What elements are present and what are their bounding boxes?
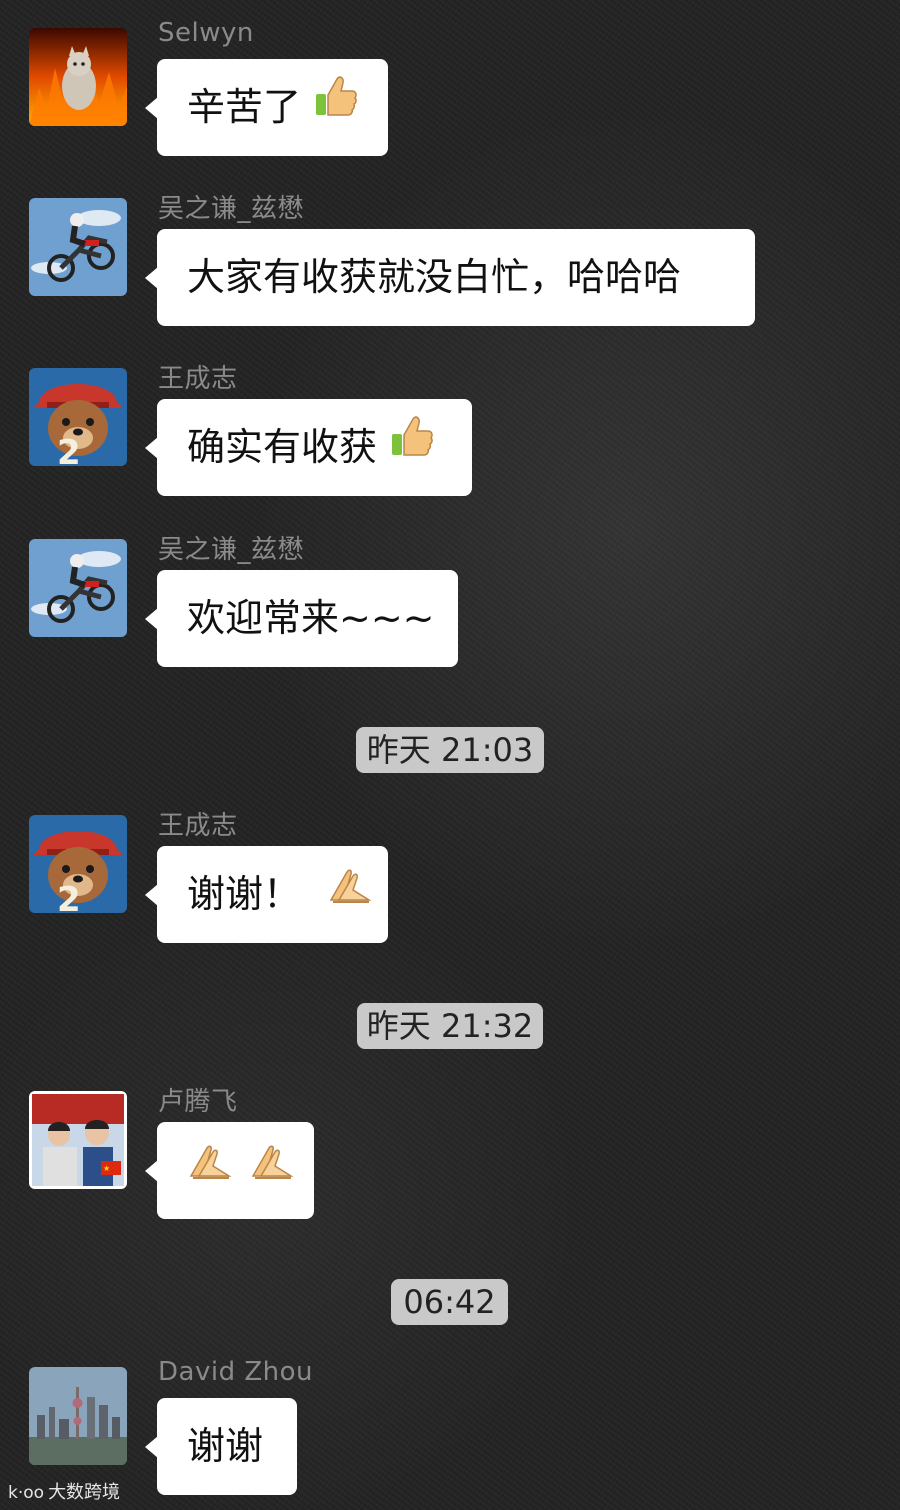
avatar-family-photo[interactable]: ★ xyxy=(29,1091,127,1189)
thumbs-up-icon xyxy=(389,398,435,495)
svg-text:2: 2 xyxy=(57,880,81,913)
message-text: 谢谢 xyxy=(187,1424,264,1468)
message-text: 谢谢！ xyxy=(187,872,302,916)
family-photo-avatar-icon: ★ xyxy=(29,1091,127,1189)
message-bubble[interactable]: 确实有收获 xyxy=(145,398,472,496)
timestamp: 昨天 21:32 xyxy=(357,1003,543,1049)
sender-name: 吴之谦_兹懋 xyxy=(158,535,305,565)
sender-name: David Zhou xyxy=(158,1357,314,1387)
message-text: 辛苦了 xyxy=(187,85,302,129)
motocross-avatar-icon xyxy=(29,539,127,637)
svg-text:★: ★ xyxy=(103,1164,110,1173)
watermark-text: 大数跨境 xyxy=(48,1482,121,1503)
avatar-city-skyline[interactable] xyxy=(29,1367,127,1465)
message-bubble[interactable]: 欢迎常来~~~ xyxy=(145,570,458,667)
bear-avatar-icon: 2 xyxy=(29,815,127,913)
sender-name: 吴之谦_兹懋 xyxy=(158,194,305,224)
avatar-motocross[interactable] xyxy=(29,539,127,637)
timestamp: 06:42 xyxy=(391,1279,508,1325)
thank-you-hands-icon xyxy=(327,845,373,942)
sender-name: 王成志 xyxy=(158,811,238,841)
message-bubble[interactable]: 谢谢 xyxy=(145,1398,297,1495)
message-bubble[interactable]: 辛苦了 xyxy=(145,58,388,156)
avatar-selwyn[interactable] xyxy=(29,28,127,126)
city-skyline-avatar-icon xyxy=(29,1367,127,1465)
message-text: 确实有收获 xyxy=(187,425,378,469)
avatar-motocross[interactable] xyxy=(29,198,127,296)
thank-you-hands-icon xyxy=(249,1121,295,1218)
svg-text:2: 2 xyxy=(57,433,81,466)
watermark: k·oo 大数跨境 xyxy=(8,1478,120,1504)
watermark-logo-icon: k·oo xyxy=(8,1483,45,1503)
bear-avatar-icon: 2 xyxy=(29,368,127,466)
thank-you-hands-icon xyxy=(187,1121,233,1218)
avatar-bear[interactable]: 2 xyxy=(29,368,127,466)
message-bubble[interactable]: 大家有收获就没白忙，哈哈哈 xyxy=(145,229,755,326)
motocross-avatar-icon xyxy=(29,198,127,296)
timestamp: 昨天 21:03 xyxy=(356,727,544,773)
avatar-bear[interactable]: 2 xyxy=(29,815,127,913)
message-text: 大家有收获就没白忙，哈哈哈 xyxy=(187,255,682,299)
message-text: 欢迎常来~~~ xyxy=(187,596,435,640)
thumbs-up-icon xyxy=(313,58,359,155)
fire-cat-avatar-icon xyxy=(29,28,127,126)
message-bubble[interactable] xyxy=(145,1121,314,1219)
sender-name: Selwyn xyxy=(158,18,254,48)
sender-name: 卢腾飞 xyxy=(158,1087,238,1117)
sender-name: 王成志 xyxy=(158,364,238,394)
message-bubble[interactable]: 谢谢！ xyxy=(145,845,388,943)
